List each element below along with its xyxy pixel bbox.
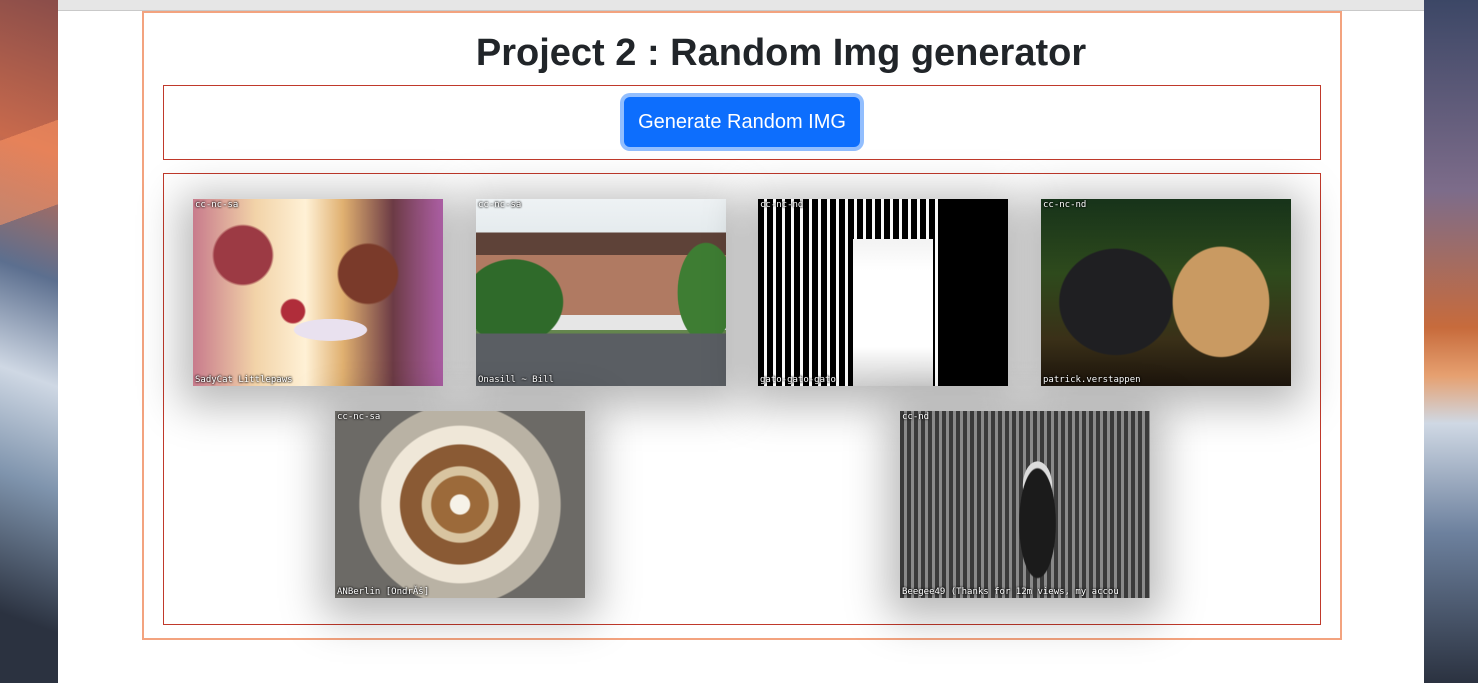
image-license: cc-nc-sa [478, 200, 522, 210]
image-license: cc-nd [902, 412, 930, 422]
image-attribution: SadyCat Littlepaws [195, 375, 293, 385]
image-gate-street [758, 199, 1008, 386]
image-girl-walking [900, 411, 1150, 598]
image-house [476, 199, 726, 386]
button-container: Generate Random IMG [163, 85, 1321, 160]
gallery-image[interactable]: cc-nd Beegee49 (Thanks for 12m views, my… [900, 411, 1150, 598]
image-license: cc-nc-nd [760, 200, 804, 210]
app-container: Project 2 : Random Img generator Generat… [142, 11, 1342, 640]
image-attribution: patrick.verstappen [1043, 375, 1141, 385]
image-gallery: cc-nc-sa SadyCat Littlepaws cc-nc-sa Ona… [163, 173, 1321, 625]
image-license: cc-nc-nd [1043, 200, 1087, 210]
page-title: Project 2 : Random Img generator [475, 32, 1087, 74]
desktop-wallpaper-right [1424, 0, 1478, 683]
image-attribution: Beegee49 (Thanks for 12m views, my accou [902, 587, 1119, 597]
image-dome-ceiling [335, 411, 585, 598]
image-license: cc-nc-sa [337, 412, 381, 422]
image-dogs [1041, 199, 1291, 386]
image-license: cc-nc-sa [195, 200, 239, 210]
gallery-image[interactable]: cc-nc-sa ANBerlin [OndrĂš] [335, 411, 585, 598]
image-attribution: Onasill ~ Bill [478, 375, 554, 385]
gallery-image[interactable]: cc-nc-nd gato-gato-gato [758, 199, 1008, 386]
window-top-bar [58, 0, 1424, 11]
gallery-image[interactable]: cc-nc-sa Onasill ~ Bill [476, 199, 726, 386]
image-attribution: ANBerlin [OndrĂš] [337, 587, 430, 597]
gallery-image[interactable]: cc-nc-nd patrick.verstappen [1041, 199, 1291, 386]
generate-random-img-button[interactable]: Generate Random IMG [624, 97, 860, 147]
desktop-wallpaper-left [0, 0, 58, 683]
browser-window: Project 2 : Random Img generator Generat… [58, 0, 1424, 683]
gallery-image[interactable]: cc-nc-sa SadyCat Littlepaws [193, 199, 443, 386]
image-cafe-scene [193, 199, 443, 386]
image-attribution: gato-gato-gato [760, 375, 836, 385]
